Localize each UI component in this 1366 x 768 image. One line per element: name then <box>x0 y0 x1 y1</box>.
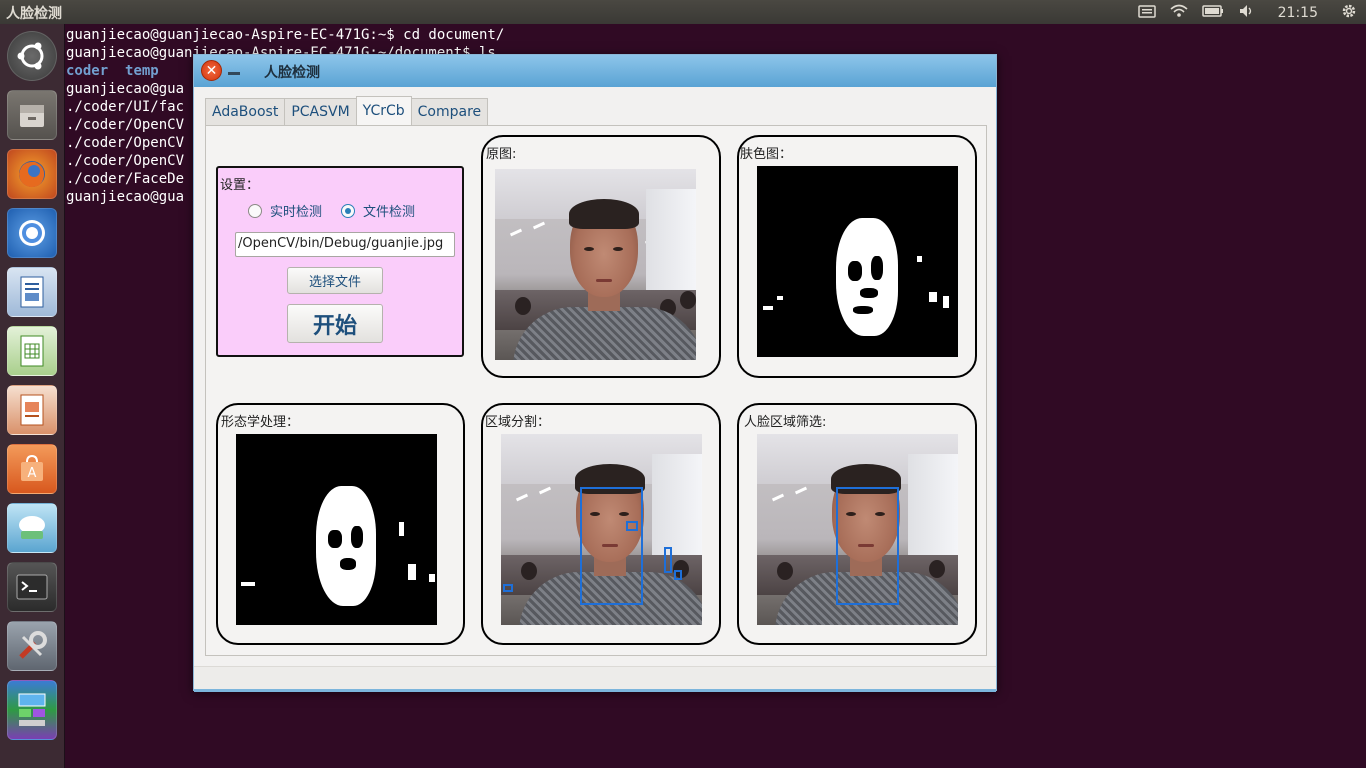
face-detection-window: ✕ 人脸检测 AdaBoost PCASVM YCrCb Compare 设置：… <box>193 54 997 692</box>
clock[interactable]: 21:15 <box>1278 5 1318 21</box>
file-path-input[interactable]: /OpenCV/bin/Debug/guanjie.jpg <box>235 232 455 257</box>
detection-box <box>674 570 682 580</box>
close-button[interactable]: ✕ <box>201 60 222 81</box>
wifi-icon[interactable] <box>1170 3 1188 23</box>
segmentation-image <box>501 434 702 625</box>
original-image-label: 原图: <box>486 147 517 162</box>
tab-adaboost[interactable]: AdaBoost <box>205 98 286 126</box>
window-bottom-edge <box>194 689 996 692</box>
face-box <box>836 487 899 605</box>
terminal-dir: temp <box>125 63 159 79</box>
face-filter-label: 人脸区域筛选: <box>744 415 827 430</box>
choose-file-button[interactable]: 选择文件 <box>287 267 383 294</box>
close-icon: ✕ <box>205 62 218 79</box>
battery-icon[interactable] <box>1201 3 1224 23</box>
settings-label: 设置： <box>220 178 260 193</box>
terminal-dir: coder <box>66 63 109 79</box>
terminal-icon[interactable] <box>7 562 57 612</box>
minimize-button[interactable] <box>228 72 240 75</box>
skin-map-panel: 肤色图： <box>737 135 977 378</box>
segmentation-panel: 区域分割： <box>481 403 721 645</box>
start-button[interactable]: 开始 <box>287 304 383 343</box>
keyboard-icon[interactable] <box>1137 3 1156 23</box>
settings-panel: 设置： 实时检测 文件检测 /OpenCV/bin/Debug/guanjie.… <box>216 166 464 357</box>
writer-icon[interactable] <box>7 267 57 317</box>
realtime-radio[interactable]: 实时检测 <box>248 201 322 220</box>
file-radio[interactable]: 文件检测 <box>341 201 415 220</box>
settings-icon[interactable] <box>7 621 57 671</box>
tab-pcasvm[interactable]: PCASVM <box>284 98 357 126</box>
launcher: A <box>0 24 65 768</box>
skin-map-label: 肤色图： <box>740 147 793 162</box>
volume-icon[interactable] <box>1238 3 1256 23</box>
window-title: 人脸检测 <box>264 65 320 81</box>
files-icon[interactable] <box>7 90 57 140</box>
original-image-panel: 原图: <box>481 135 721 378</box>
system-tray: 21:15 <box>1137 2 1358 24</box>
original-image <box>495 169 696 360</box>
impress-icon[interactable] <box>7 385 57 435</box>
window-titlebar[interactable]: ✕ 人脸检测 <box>194 55 996 87</box>
detection-box <box>664 547 672 573</box>
radio-indicator-selected[interactable] <box>341 203 355 218</box>
firefox-icon[interactable] <box>7 149 57 199</box>
morphology-image <box>236 434 437 625</box>
terminal-line: guanjiecao@guanjiecao-Aspire-EC-471G:~$ … <box>66 27 505 43</box>
active-app-title: 人脸检测 <box>6 6 62 22</box>
tab-ycrcb[interactable]: YCrCb <box>355 96 412 126</box>
morphology-label: 形态学处理： <box>221 415 300 430</box>
morphology-panel: 形态学处理： <box>216 403 465 645</box>
detection-box <box>580 487 643 605</box>
segmentation-label: 区域分割： <box>485 415 551 430</box>
face-filter-panel: 人脸区域筛选: <box>737 403 977 645</box>
tab-bar: AdaBoost PCASVM YCrCb Compare <box>205 96 489 126</box>
radio-indicator[interactable] <box>248 203 262 218</box>
gear-icon[interactable] <box>1340 2 1358 24</box>
face-filter-image <box>757 434 958 625</box>
skin-map-image <box>757 166 958 357</box>
detection-box <box>503 584 513 592</box>
chromium-icon[interactable] <box>7 208 57 258</box>
svg-text:A: A <box>28 466 37 481</box>
status-bar <box>194 666 996 690</box>
ubuntu-dash-icon[interactable] <box>7 31 57 81</box>
tab-compare[interactable]: Compare <box>410 98 489 126</box>
radio-label: 文件检测 <box>363 205 416 220</box>
software-center-icon[interactable]: A <box>7 444 57 494</box>
top-panel: 人脸检测 21:15 <box>0 0 1366 24</box>
calc-icon[interactable] <box>7 326 57 376</box>
remmina-icon[interactable] <box>7 503 57 553</box>
radio-label: 实时检测 <box>270 205 323 220</box>
workspaces-icon[interactable] <box>7 680 57 740</box>
detection-box <box>626 521 638 531</box>
